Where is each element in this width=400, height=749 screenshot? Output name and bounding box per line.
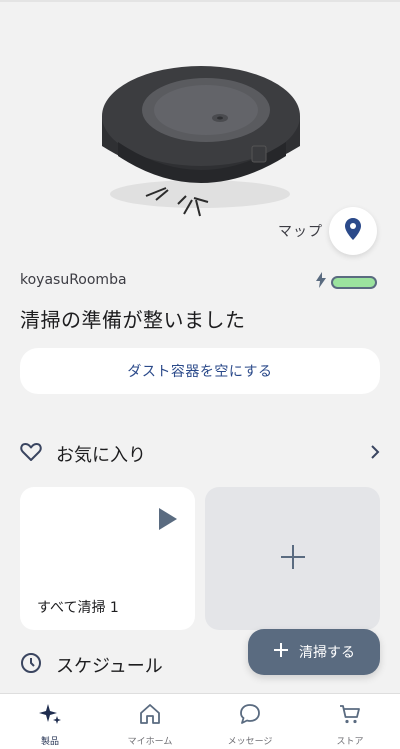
tab-messages[interactable]: メッセージ [200, 694, 300, 749]
tab-my-home[interactable]: マイホーム [100, 694, 200, 749]
play-icon[interactable] [158, 507, 178, 535]
chevron-right-icon[interactable] [370, 444, 380, 464]
map-pin-icon [344, 217, 362, 245]
sparkle-icon [37, 702, 63, 730]
tab-label: 製品 [40, 737, 59, 747]
favorites-title: お気に入り [56, 445, 146, 466]
robot-name: koyasuRoomba [20, 272, 127, 288]
robot-image [96, 58, 306, 220]
map-button[interactable] [329, 207, 377, 255]
status-bar-edge [0, 0, 400, 2]
schedule-title: スケジュール [56, 656, 163, 677]
favorite-card[interactable]: すべて清掃 1 [20, 487, 195, 630]
tab-label: メッセージ [227, 737, 273, 747]
map-label[interactable]: マップ [278, 221, 323, 241]
tab-label: ストア [336, 737, 364, 747]
plus-icon [280, 544, 306, 574]
home-icon [138, 702, 162, 730]
favorites-header[interactable]: お気に入り [20, 440, 380, 468]
clean-button-label: 清掃する [299, 645, 355, 661]
tab-products[interactable]: 製品 [0, 694, 100, 749]
chat-icon [238, 702, 262, 730]
battery-indicator [315, 272, 377, 292]
robot-status: 清掃の準備が整いました [20, 308, 246, 332]
tab-label: マイホーム [127, 737, 173, 747]
charging-bolt-icon [315, 272, 327, 292]
battery-bar [331, 275, 377, 289]
tab-store[interactable]: ストア [300, 694, 400, 749]
plus-icon [273, 642, 289, 662]
tab-bar: 製品 マイホーム メッセージ ストア [0, 693, 400, 749]
cart-icon [338, 702, 362, 730]
empty-bin-button[interactable]: ダスト容器を空にする [20, 348, 380, 394]
heart-icon [20, 442, 42, 466]
add-favorite-button[interactable] [205, 487, 380, 630]
clean-button[interactable]: 清掃する [248, 629, 380, 675]
schedule-header[interactable]: スケジュール [20, 652, 163, 678]
favorite-card-label: すべて清掃 1 [37, 600, 119, 616]
clock-icon [20, 652, 42, 678]
